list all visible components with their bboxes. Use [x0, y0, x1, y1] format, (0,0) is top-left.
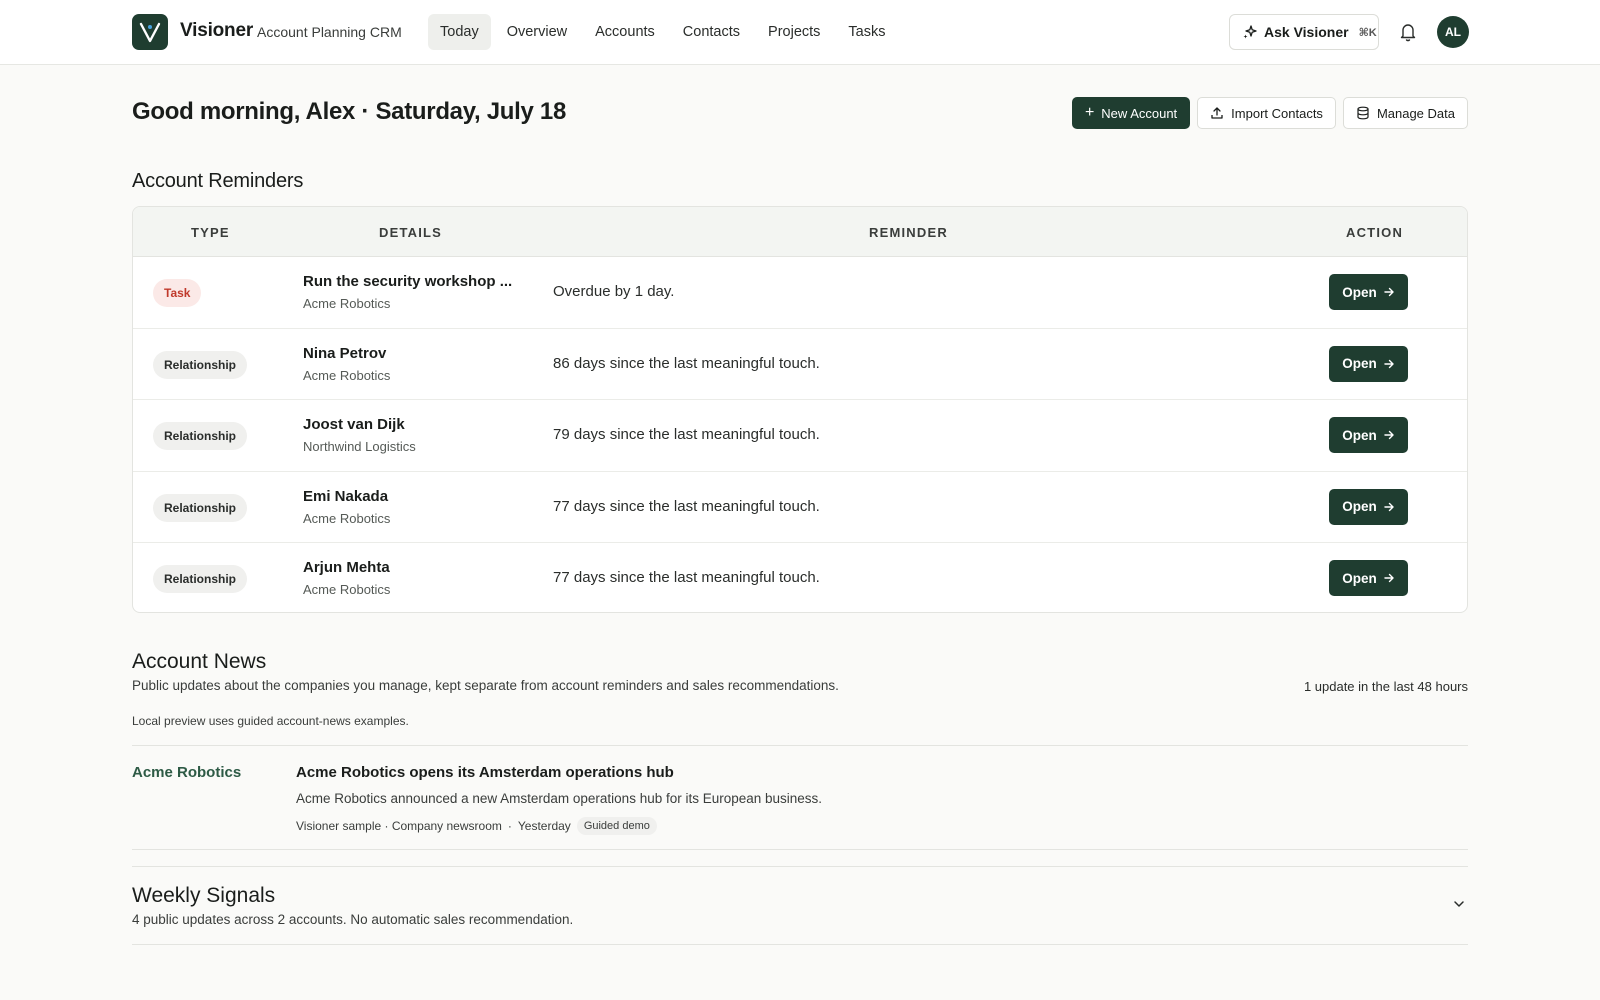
new-account-label: New Account	[1101, 105, 1178, 121]
reminders-table: TYPE DETAILS REMINDER ACTION Task Run the…	[132, 206, 1468, 613]
news-title: Account News	[132, 650, 267, 673]
sparkle-icon	[1243, 25, 1257, 39]
ask-visioner-label: Ask Visioner	[1264, 24, 1349, 40]
nav-overview[interactable]: Overview	[495, 14, 579, 50]
table-row: Relationship Emi Nakada Acme Robotics 77 da…	[133, 472, 1467, 543]
reminder-text: 79 days since the last meaningful touch.	[553, 426, 820, 443]
news-source: Visioner sample · Company newsroom	[296, 819, 502, 833]
divider	[132, 849, 1468, 850]
news-body: Acme Robotics announced a new Amsterdam …	[296, 791, 823, 806]
import-contacts-label: Import Contacts	[1231, 105, 1323, 121]
divider	[132, 866, 1468, 867]
type-badge: Relationship	[153, 350, 248, 379]
reminder-text: 86 days since the last meaningful touch.	[553, 354, 820, 372]
type-badge: Relationship	[153, 422, 248, 450]
upload-icon	[1211, 107, 1223, 119]
reminders-title: Account Reminders	[132, 170, 304, 192]
open-button[interactable]: Open	[1329, 417, 1408, 453]
open-label: Open	[1342, 356, 1377, 371]
detail-company: Acme Robotics	[303, 510, 391, 526]
app-subtitle: Account Planning CRM	[257, 24, 402, 40]
detail-name: Joost van Dijk	[303, 416, 405, 433]
nav-today[interactable]: Today	[428, 14, 491, 50]
table-row: Relationship Joost van Dijk Northwind Logi…	[133, 400, 1467, 472]
detail-name: Arjun Mehta	[303, 559, 390, 576]
nav-tasks[interactable]: Tasks	[836, 14, 897, 50]
table-row: Task Run the security workshop ... Acme Ro…	[133, 257, 1467, 329]
news-description: Public updates about the companies you m…	[132, 678, 839, 693]
open-label: Open	[1342, 570, 1377, 586]
arrow-right-icon	[1384, 502, 1394, 511]
nav-projects[interactable]: Projects	[756, 14, 832, 50]
avatar[interactable]: AL	[1437, 16, 1469, 48]
plus-icon: +	[1084, 104, 1095, 121]
reminder-text: 77 days since the last meaningful touch.	[553, 497, 820, 515]
news-meta: Visioner sample · Company newsroom · Yes…	[296, 817, 657, 835]
manage-data-button[interactable]: Manage Data	[1342, 97, 1468, 129]
news-headline[interactable]: Acme Robotics opens its Amsterdam operat…	[296, 764, 674, 781]
arrow-right-icon	[1384, 573, 1394, 583]
main-nav: Today Overview Accounts Contacts Project…	[428, 14, 898, 50]
news-count: 1 update in the last 48 hours	[1303, 679, 1468, 694]
weekly-signals-title[interactable]: Weekly Signals	[132, 884, 275, 908]
import-contacts-button[interactable]: Import Contacts	[1197, 97, 1336, 129]
table-header: TYPE DETAILS REMINDER ACTION	[133, 207, 1467, 257]
app-name: Visioner	[180, 20, 254, 41]
news-time: Yesterday	[517, 819, 571, 833]
nav-accounts[interactable]: Accounts	[583, 14, 667, 50]
open-button[interactable]: Open	[1329, 488, 1408, 525]
open-button[interactable]: Open	[1329, 345, 1408, 382]
header-actions: + New Account Import Contacts Manage Dat…	[1071, 97, 1468, 129]
new-account-button[interactable]: + New Account	[1071, 97, 1191, 129]
detail-company: Acme Robotics	[303, 367, 391, 383]
detail-name: Run the security workshop ...	[303, 273, 513, 290]
arrow-right-icon	[1384, 359, 1394, 368]
news-meta-separator: ·	[507, 819, 512, 833]
open-label: Open	[1342, 284, 1377, 300]
nav-contacts[interactable]: Contacts	[671, 14, 752, 50]
news-company-link[interactable]: Acme Robotics	[132, 764, 241, 781]
reminder-text: 77 days since the last meaningful touch.	[553, 569, 820, 586]
table-row: Relationship Nina Petrov Acme Robotics 86 d…	[133, 329, 1467, 400]
table-row: Relationship Arjun Mehta Acme Robotics 77 d…	[133, 543, 1467, 612]
database-icon	[1357, 106, 1369, 120]
bell-icon[interactable]	[1398, 21, 1418, 43]
open-label: Open	[1342, 499, 1377, 514]
ask-visioner-button[interactable]: Ask Visioner ⌘K	[1229, 14, 1379, 50]
detail-name: Nina Petrov	[303, 344, 387, 362]
detail-name: Emi Nakada	[303, 487, 389, 505]
col-action: ACTION	[1346, 225, 1404, 240]
type-badge: Task	[153, 279, 202, 307]
manage-data-label: Manage Data	[1376, 105, 1455, 121]
open-label: Open	[1342, 427, 1377, 443]
news-note: Local preview uses guided account-news e…	[132, 714, 409, 728]
open-button[interactable]: Open	[1329, 560, 1408, 596]
detail-company: Acme Robotics	[303, 296, 391, 311]
weekly-signals-description: 4 public updates across 2 accounts. No a…	[132, 912, 574, 927]
col-details: DETAILS	[379, 225, 443, 240]
top-navigation-bar: Visioner Account Planning CRM Today Over…	[0, 0, 1600, 65]
ask-shortcut: ⌘K	[1358, 26, 1377, 39]
reminder-text: Overdue by 1 day.	[553, 283, 675, 300]
col-type: TYPE	[191, 225, 230, 240]
divider	[132, 745, 1468, 746]
divider	[132, 944, 1468, 945]
page-title: Good morning, Alex · Saturday, July 18	[132, 98, 567, 125]
type-badge: Relationship	[153, 493, 248, 522]
open-button[interactable]: Open	[1329, 274, 1408, 310]
type-badge: Relationship	[153, 565, 248, 593]
chevron-down-icon[interactable]	[1452, 897, 1466, 911]
guided-demo-badge: Guided demo	[576, 817, 657, 835]
detail-company: Northwind Logistics	[303, 439, 416, 454]
arrow-right-icon	[1384, 430, 1394, 440]
col-reminder: REMINDER	[869, 225, 948, 240]
detail-company: Acme Robotics	[303, 582, 391, 597]
arrow-right-icon	[1384, 287, 1394, 297]
visioner-logo-icon[interactable]	[132, 14, 168, 50]
